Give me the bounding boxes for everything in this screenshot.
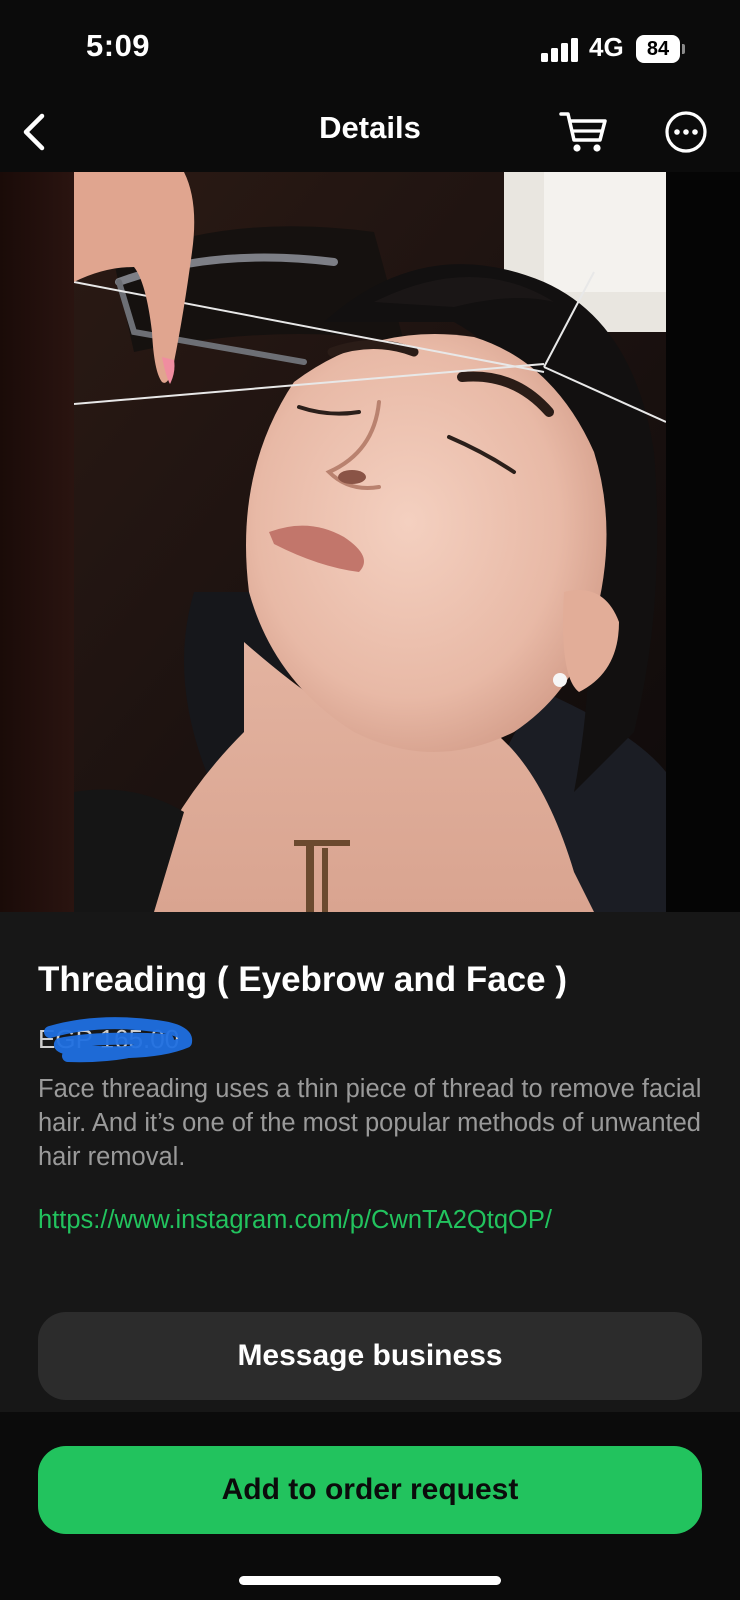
bottom-action-bar: Add to order request [0, 1412, 740, 1600]
battery-level: 84 [636, 35, 680, 63]
status-time: 5:09 [86, 28, 151, 63]
product-title: Threading ( Eyebrow and Face ) [38, 960, 567, 999]
cart-button[interactable] [556, 104, 612, 160]
instagram-link[interactable]: https://www.instagram.com/p/CwnTA2QtqOP/ [38, 1206, 552, 1235]
add-to-order-button[interactable]: Add to order request [38, 1446, 702, 1534]
product-photo [74, 172, 666, 912]
battery-cap [682, 44, 685, 54]
network-label: 4G [589, 32, 624, 62]
photo-backdrop-left [0, 172, 74, 912]
cart-icon [559, 112, 607, 152]
product-photo-area[interactable] [0, 172, 740, 912]
home-indicator[interactable] [239, 1576, 501, 1585]
product-details-panel: Threading ( Eyebrow and Face ) EGP 165.0… [0, 912, 740, 1412]
message-business-label: Message business [237, 1339, 503, 1372]
status-bar: 5:09 4G 84 [0, 0, 740, 96]
signal-icon [541, 38, 578, 62]
price-wrapper: EGP 165.00 [38, 1017, 193, 1064]
page-title: Details [319, 110, 421, 145]
top-nav-bar: Details [0, 96, 740, 172]
more-icon [665, 111, 707, 153]
photo-backdrop-right [666, 172, 740, 912]
product-description: Face threading uses a thin piece of thre… [38, 1075, 702, 1171]
battery-icon: 84 [636, 35, 685, 63]
more-options-button[interactable] [658, 104, 714, 160]
message-business-button[interactable]: Message business [38, 1312, 702, 1400]
add-to-order-label: Add to order request [221, 1473, 519, 1506]
redaction-scribble [44, 1017, 193, 1063]
